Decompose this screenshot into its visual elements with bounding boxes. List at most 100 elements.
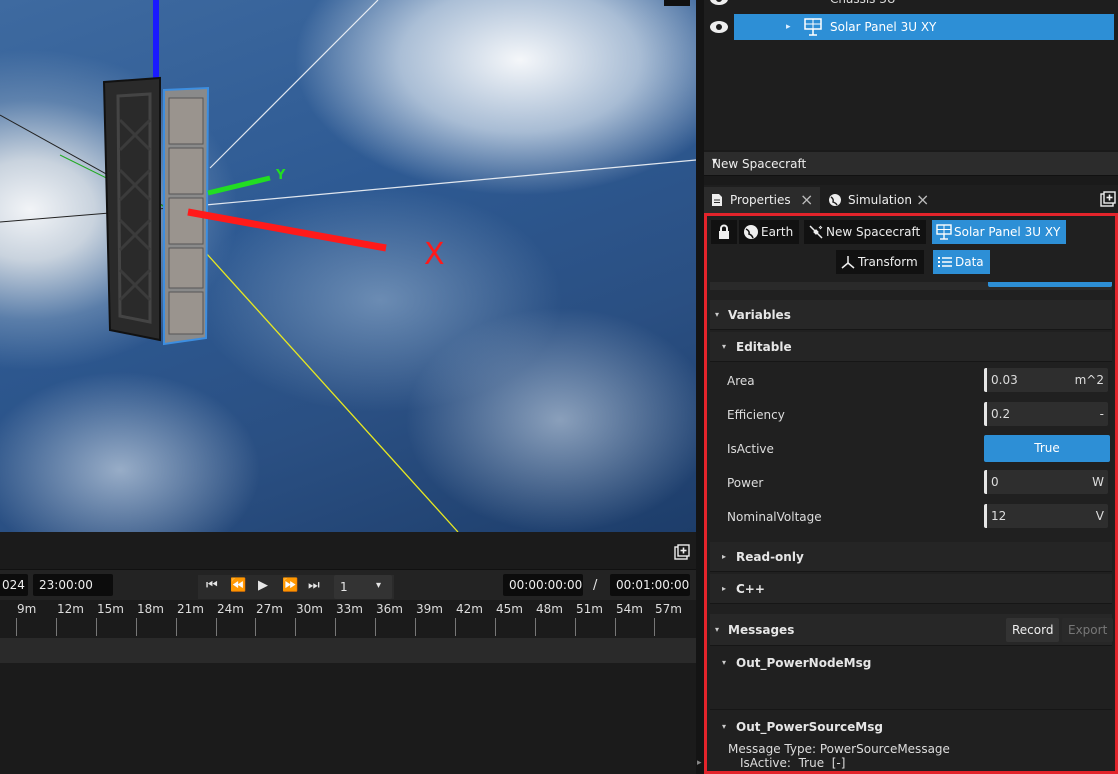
current-time-field[interactable]: 00:00:00:00 — [503, 574, 583, 596]
rewind-icon[interactable]: ⏪ — [230, 578, 246, 593]
cpp-subsection-header[interactable]: ▸ C++ — [710, 574, 1112, 604]
timeline-tick-mark — [16, 618, 17, 636]
breadcrumb-solar-panel[interactable]: Solar Panel 3U XY — [932, 220, 1067, 244]
subtab-data[interactable]: Data — [933, 250, 990, 274]
breadcrumb-new-spacecraft[interactable]: New Spacecraft — [804, 220, 927, 244]
scrolled-button-edge[interactable] — [988, 282, 1112, 287]
play-icon[interactable]: ▶ — [258, 578, 268, 593]
properties-panel: Earth New Spacecraft Solar Panel 3U XY T… — [704, 213, 1118, 774]
timeline-track[interactable] — [0, 638, 696, 663]
timeline-tick-label: 39m — [416, 602, 443, 616]
tab-label: Simulation — [848, 193, 912, 207]
timeline-tick-mark — [535, 618, 536, 636]
timeline-tick-mark — [216, 618, 217, 636]
timeline-tick-label: 27m — [256, 602, 283, 616]
power-field[interactable]: 0 W — [984, 470, 1108, 494]
close-icon[interactable]: × — [800, 187, 813, 213]
tab-simulation[interactable]: Simulation × — [822, 187, 938, 213]
field-unit: W — [1092, 475, 1104, 489]
close-icon[interactable]: × — [916, 187, 929, 213]
axes-icon — [841, 256, 855, 269]
speed-dropdown[interactable]: 1 ▾ — [334, 575, 392, 599]
subtab-transform[interactable]: Transform — [836, 250, 924, 274]
timeline-tick-label: 9m — [17, 602, 37, 616]
field-unit: V — [1095, 509, 1104, 523]
chevron-down-icon: ▾ — [712, 156, 718, 167]
export-button[interactable]: Export — [1062, 618, 1114, 642]
lock-button[interactable] — [711, 220, 737, 244]
solar-panel-icon — [936, 224, 952, 240]
list-icon — [938, 257, 952, 267]
skip-start-icon[interactable]: ⏮ — [206, 578, 218, 593]
timeline-tick-mark — [335, 618, 336, 636]
timeline-tick-mark — [96, 618, 97, 636]
timeline-tick-label: 24m — [217, 602, 244, 616]
outliner-row-solar-panel[interactable]: ▸ Solar Panel 3U XY — [704, 14, 1118, 40]
editable-subsection-header[interactable]: ▾ Editable — [710, 332, 1112, 362]
field-value: 0.2 — [991, 407, 1011, 421]
chevron-down-icon: ▾ — [376, 580, 382, 591]
outliner-row-chassis[interactable]: Chassis 3U — [704, 0, 1118, 12]
area-field[interactable]: 0.03 m^2 — [984, 368, 1108, 392]
expand-arrow-icon[interactable]: ▸ — [697, 758, 702, 768]
expand-arrow-icon: ▸ — [722, 584, 727, 593]
isactive-toggle[interactable]: True — [984, 435, 1110, 462]
message-item[interactable]: ▾ Out_PowerSourceMsg Message Type: Power… — [710, 712, 1112, 771]
tab-properties[interactable]: Properties × — [704, 187, 820, 213]
x-axis-handle[interactable] — [187, 208, 387, 252]
viewport-corner-button[interactable] — [664, 0, 690, 6]
record-button[interactable]: Record — [1006, 618, 1060, 642]
timeline-tick-mark — [654, 618, 655, 636]
skip-end-icon[interactable]: ⏭ — [308, 578, 320, 593]
efficiency-field[interactable]: 0.2 - — [984, 402, 1108, 426]
timeline-tick-label: 21m — [177, 602, 204, 616]
messages-section-header[interactable]: ▾ Messages Record Export — [710, 614, 1114, 646]
subtab-label: Transform — [858, 255, 918, 269]
variables-section-header[interactable]: ▾ Variables — [710, 300, 1112, 330]
nominal-voltage-field[interactable]: 12 V — [984, 504, 1108, 528]
timeline-tick-mark — [455, 618, 456, 636]
visibility-eye-icon[interactable] — [708, 0, 730, 8]
timeline-tick-label: 12m — [57, 602, 84, 616]
document-icon — [712, 194, 722, 206]
collapse-arrow-icon: ▾ — [722, 658, 727, 667]
timeline-tick-mark — [615, 618, 616, 636]
field-value: 0.03 — [991, 373, 1018, 387]
timeline-tick-label: 54m — [616, 602, 643, 616]
spacecraft-dropdown[interactable]: New Spacecraft ▾ — [704, 152, 1118, 176]
timeline-tick-mark — [495, 618, 496, 636]
field-value: 0 — [991, 475, 999, 489]
timeline-tick-mark — [575, 618, 576, 636]
section-title: Editable — [736, 340, 792, 354]
section-title: Variables — [728, 308, 791, 322]
panel-splitter[interactable]: ▸ — [696, 0, 704, 774]
message-type-text: Message Type: PowerSourceMessage — [728, 742, 950, 756]
message-item[interactable]: ▾ Out_PowerNodeMsg — [710, 648, 1112, 710]
timeline-toolbar — [0, 532, 696, 570]
timeline-tick-label: 18m — [137, 602, 164, 616]
panel-tabbar: Properties × Simulation × — [704, 185, 1118, 213]
breadcrumb-earth[interactable]: Earth — [739, 220, 800, 244]
date-field[interactable]: 024 — [0, 574, 28, 596]
fast-forward-icon[interactable]: ⏩ — [282, 578, 298, 593]
3d-viewport[interactable]: Y X — [0, 0, 696, 532]
readonly-subsection-header[interactable]: ▸ Read-only — [710, 542, 1112, 572]
expand-arrow-icon: ▸ — [722, 552, 727, 561]
timeline-tick-label: 15m — [97, 602, 124, 616]
y-axis-handle[interactable] — [207, 175, 271, 196]
timeline-tick-label: 51m — [576, 602, 603, 616]
visibility-eye-icon[interactable] — [708, 18, 730, 36]
collapse-arrow-icon: ▾ — [722, 722, 727, 731]
nominal-voltage-label: NominalVoltage — [727, 510, 822, 524]
efficiency-label: Efficiency — [727, 408, 785, 422]
add-tab-icon[interactable] — [1100, 191, 1116, 207]
globe-icon — [829, 194, 841, 206]
time-field[interactable]: 23:00:00 — [33, 574, 113, 596]
section-title: Read-only — [736, 550, 804, 564]
message-name: Out_PowerNodeMsg — [736, 656, 872, 670]
outliner-item-label: Chassis 3U — [734, 0, 1114, 12]
add-tab-icon[interactable] — [674, 544, 690, 560]
tree-expand-icon[interactable]: ▸ — [786, 14, 791, 40]
z-axis-handle[interactable] — [153, 0, 159, 82]
total-time-field[interactable]: 00:01:00:00 — [610, 574, 690, 596]
